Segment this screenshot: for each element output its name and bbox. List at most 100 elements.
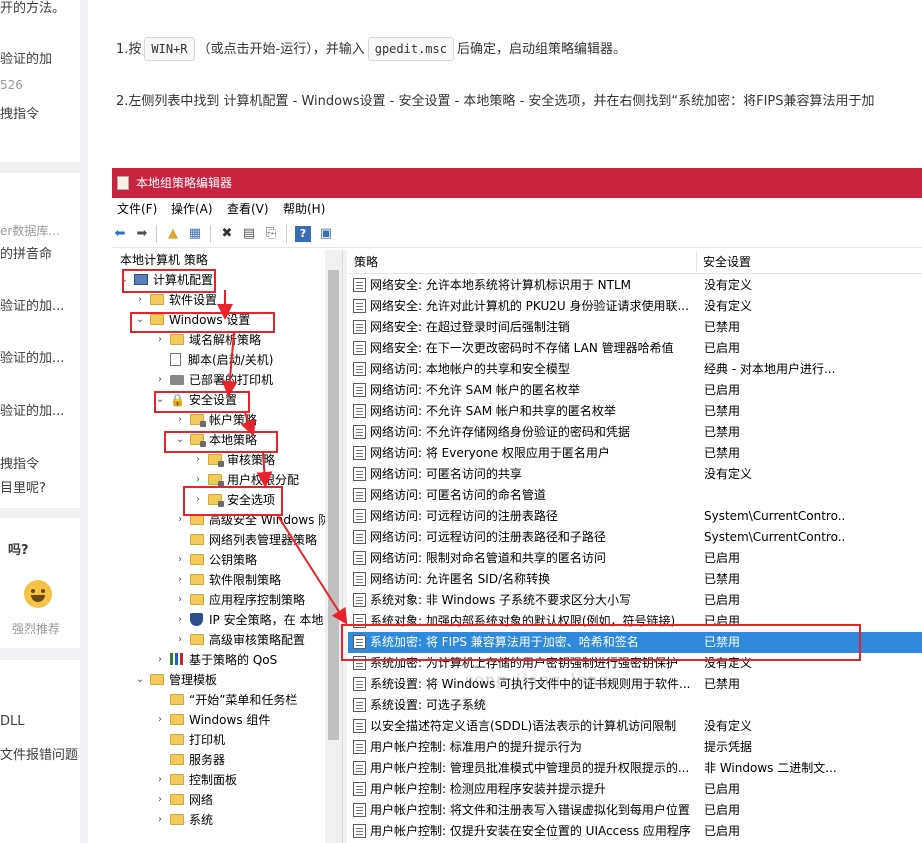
tree-node[interactable]: › 网络 (158, 790, 213, 810)
tree-node[interactable]: 打印机 (170, 730, 225, 750)
sidebar-text[interactable]: 吗? (8, 542, 88, 560)
tree-node[interactable]: › 软件限制策略 (178, 570, 281, 590)
policy-row[interactable]: 用户帐户控制: 标准用户的提升提示行为 提示凭据 (348, 737, 922, 758)
window-title: 本地组策略编辑器 (136, 176, 233, 190)
sidebar-text[interactable]: 的拼音命 (0, 246, 80, 264)
expand-arrow-icon[interactable]: › (154, 710, 166, 730)
properties-icon[interactable]: ▤ (241, 226, 257, 242)
expand-arrow-icon[interactable]: › (174, 550, 186, 570)
smile-emoji-icon[interactable] (24, 580, 52, 608)
help-icon[interactable]: ? (295, 226, 311, 242)
expand-arrow-icon[interactable]: › (134, 290, 146, 310)
tree-node[interactable]: › 域名解析策略 (158, 330, 262, 350)
sidebar-text[interactable]: 验证的加... (0, 350, 80, 368)
tree-node[interactable]: › Windows 组件 (158, 710, 270, 730)
policy-row[interactable]: 网络访问: 允许匿名 SID/名称转换 已禁用 (348, 569, 922, 590)
sidebar-text[interactable]: 拽指令 (0, 456, 80, 474)
column-policy[interactable]: 策略 (354, 250, 378, 274)
policy-row[interactable]: 网络访问: 不允许存储网络身份验证的密码和凭据 已禁用 (348, 422, 922, 443)
tree-node[interactable]: › 应用程序控制策略 (178, 590, 305, 610)
tree-scrollbar[interactable] (325, 250, 342, 843)
policy-row[interactable]: 网络访问: 本地帐户的共享和安全模型 经典 - 对本地用户进行... (348, 359, 922, 380)
tree-node[interactable]: › 已部署的打印机 (158, 370, 273, 390)
tree-node[interactable]: 网络列表管理器策略 (190, 530, 317, 550)
sidebar-text[interactable]: 拽指令 (0, 106, 80, 124)
tree-node[interactable]: › 系统 (158, 810, 213, 830)
expand-arrow-icon[interactable]: › (192, 450, 204, 470)
policy-row[interactable]: 用户帐户控制: 管理员批准模式中管理员的提升权限提示的... 非 Windows … (348, 758, 922, 779)
policy-row[interactable]: 网络访问: 可远程访问的注册表路径和子路径 System\CurrentContr… (348, 527, 922, 548)
expand-arrow-icon[interactable]: › (174, 570, 186, 590)
policy-row[interactable]: 网络访问: 可匿名访问的命名管道 (348, 485, 922, 506)
show-tree-icon[interactable]: ▦ (187, 226, 203, 242)
expand-arrow-icon[interactable]: › (154, 370, 166, 390)
sidebar-text[interactable]: 文件报错问题 (0, 747, 80, 765)
expand-arrow-icon[interactable]: › (174, 610, 186, 630)
column-divider[interactable] (696, 252, 697, 272)
policy-row[interactable]: 网络访问: 将 Everyone 权限应用于匿名用户 已禁用 (348, 443, 922, 464)
policy-row[interactable]: 系统设置: 将 Windows 可执行文件中的证书规则用于软件... 已禁用 (348, 674, 922, 695)
sidebar-text[interactable]: 验证的加 (0, 51, 80, 69)
policy-row[interactable]: 系统设置: 可选子系统 (348, 695, 922, 716)
delete-icon[interactable]: ✖ (219, 226, 235, 242)
sidebar-text[interactable]: 开的方法。 (0, 0, 80, 18)
sidebar-text[interactable]: 目里呢? (0, 480, 80, 498)
expand-arrow-icon[interactable]: › (174, 630, 186, 650)
tree-node[interactable]: › 控制面板 (158, 770, 237, 790)
forward-icon[interactable]: ➡ (134, 226, 150, 242)
policy-row[interactable]: 网络访问: 不允许 SAM 帐户和共享的匿名枚举 已禁用 (348, 401, 922, 422)
policy-row[interactable]: 网络安全: 允许本地系统将计算机标识用于 NTLM 没有定义 (348, 275, 922, 296)
collapse-arrow-icon[interactable]: ⌄ (134, 670, 146, 690)
tree-node[interactable]: › 审核策略 (196, 450, 275, 470)
tree-node[interactable]: “开始”菜单和任务栏 (170, 690, 297, 710)
sidebar-text[interactable]: 验证的加... (0, 403, 80, 421)
policy-row[interactable]: 用户帐户控制: 仅提升安装在安全位置的 UIAccess 应用程序 已启用 (348, 821, 922, 842)
tree-node[interactable]: 脚本(启动/关机) (170, 350, 273, 370)
policy-row[interactable]: 网络安全: 在下一次更改密码时不存储 LAN 管理器哈希值 已启用 (348, 338, 922, 359)
tree-node-label: 域名解析策略 (189, 333, 262, 347)
console-icon[interactable]: ▣ (318, 226, 334, 242)
menu-file[interactable]: 文件(F) (117, 198, 157, 220)
menu-help[interactable]: 帮助(H) (283, 198, 325, 220)
expand-arrow-icon[interactable]: › (154, 770, 166, 790)
sidebar-text[interactable]: DLL (0, 713, 80, 731)
column-setting[interactable]: 安全设置 (703, 250, 751, 274)
policy-row[interactable]: 网络访问: 限制对命名管道和共享的匿名访问 已启用 (348, 548, 922, 569)
expand-arrow-icon[interactable]: › (174, 410, 186, 430)
pane-splitter[interactable] (342, 250, 347, 843)
back-icon[interactable]: ⬅ (112, 226, 128, 242)
policy-row[interactable]: 系统对象: 非 Windows 子系统不要求区分大小写 已启用 (348, 590, 922, 611)
policy-setting: 没有定义 (704, 278, 753, 292)
policy-row[interactable]: 网络访问: 可匿名访问的共享 没有定义 (348, 464, 922, 485)
tree-node[interactable]: › 软件设置 (138, 290, 217, 310)
policy-row[interactable]: 用户帐户控制: 将文件和注册表写入错误虚拟化到每用户位置 已启用 (348, 800, 922, 821)
policy-row[interactable]: 网络安全: 在超过登录时间后强制注销 已禁用 (348, 317, 922, 338)
sidebar-text[interactable]: er数据库... (0, 222, 80, 240)
tree-node[interactable]: ⌄ 管理模板 (136, 670, 217, 690)
expand-arrow-icon[interactable]: › (154, 810, 166, 830)
tree-node[interactable]: › 基于策略的 QoS (158, 650, 277, 670)
sidebar-text[interactable]: 强烈推荐 (12, 620, 92, 638)
policy-row[interactable]: 用户帐户控制: 检测应用程序安装并提示提升 已启用 (348, 779, 922, 800)
expand-arrow-icon[interactable]: › (174, 590, 186, 610)
policy-row[interactable]: 网络访问: 不允许 SAM 帐户的匿名枚举 已启用 (348, 380, 922, 401)
policy-row[interactable]: 以安全描述符定义语言(SDDL)语法表示的计算机访问限制 没有定义 (348, 716, 922, 737)
expand-arrow-icon[interactable]: › (154, 650, 166, 670)
expand-arrow-icon[interactable]: › (154, 790, 166, 810)
sidebar-text[interactable]: 验证的加... (0, 298, 80, 316)
tree-node[interactable]: 服务器 (170, 750, 225, 770)
menu-view[interactable]: 查看(V) (227, 198, 269, 220)
export-icon[interactable]: ⎘ (263, 226, 279, 242)
policy-row[interactable]: 网络安全: 允许对此计算机的 PKU2U 身份验证请求使用联... 没有定义 (348, 296, 922, 317)
tree-node[interactable]: › 帐户策略 (178, 410, 257, 430)
up-folder-icon[interactable]: ▲ (165, 226, 181, 242)
expand-arrow-icon[interactable]: › (154, 330, 166, 350)
sidebar-text[interactable]: 526 (0, 76, 80, 94)
policy-row[interactable]: 网络访问: 可远程访问的注册表路径 System\CurrentContro... (348, 506, 922, 527)
tree-node[interactable]: › 公钥策略 (178, 550, 257, 570)
tree-scroll-thumb[interactable] (328, 270, 339, 740)
tree-node[interactable]: › IP 安全策略，在 本地 (178, 610, 323, 630)
tree-node[interactable]: › 高级审核策略配置 (178, 630, 305, 650)
tree-node[interactable]: 本地计算机 策略 (120, 250, 208, 270)
menu-action[interactable]: 操作(A) (171, 198, 213, 220)
